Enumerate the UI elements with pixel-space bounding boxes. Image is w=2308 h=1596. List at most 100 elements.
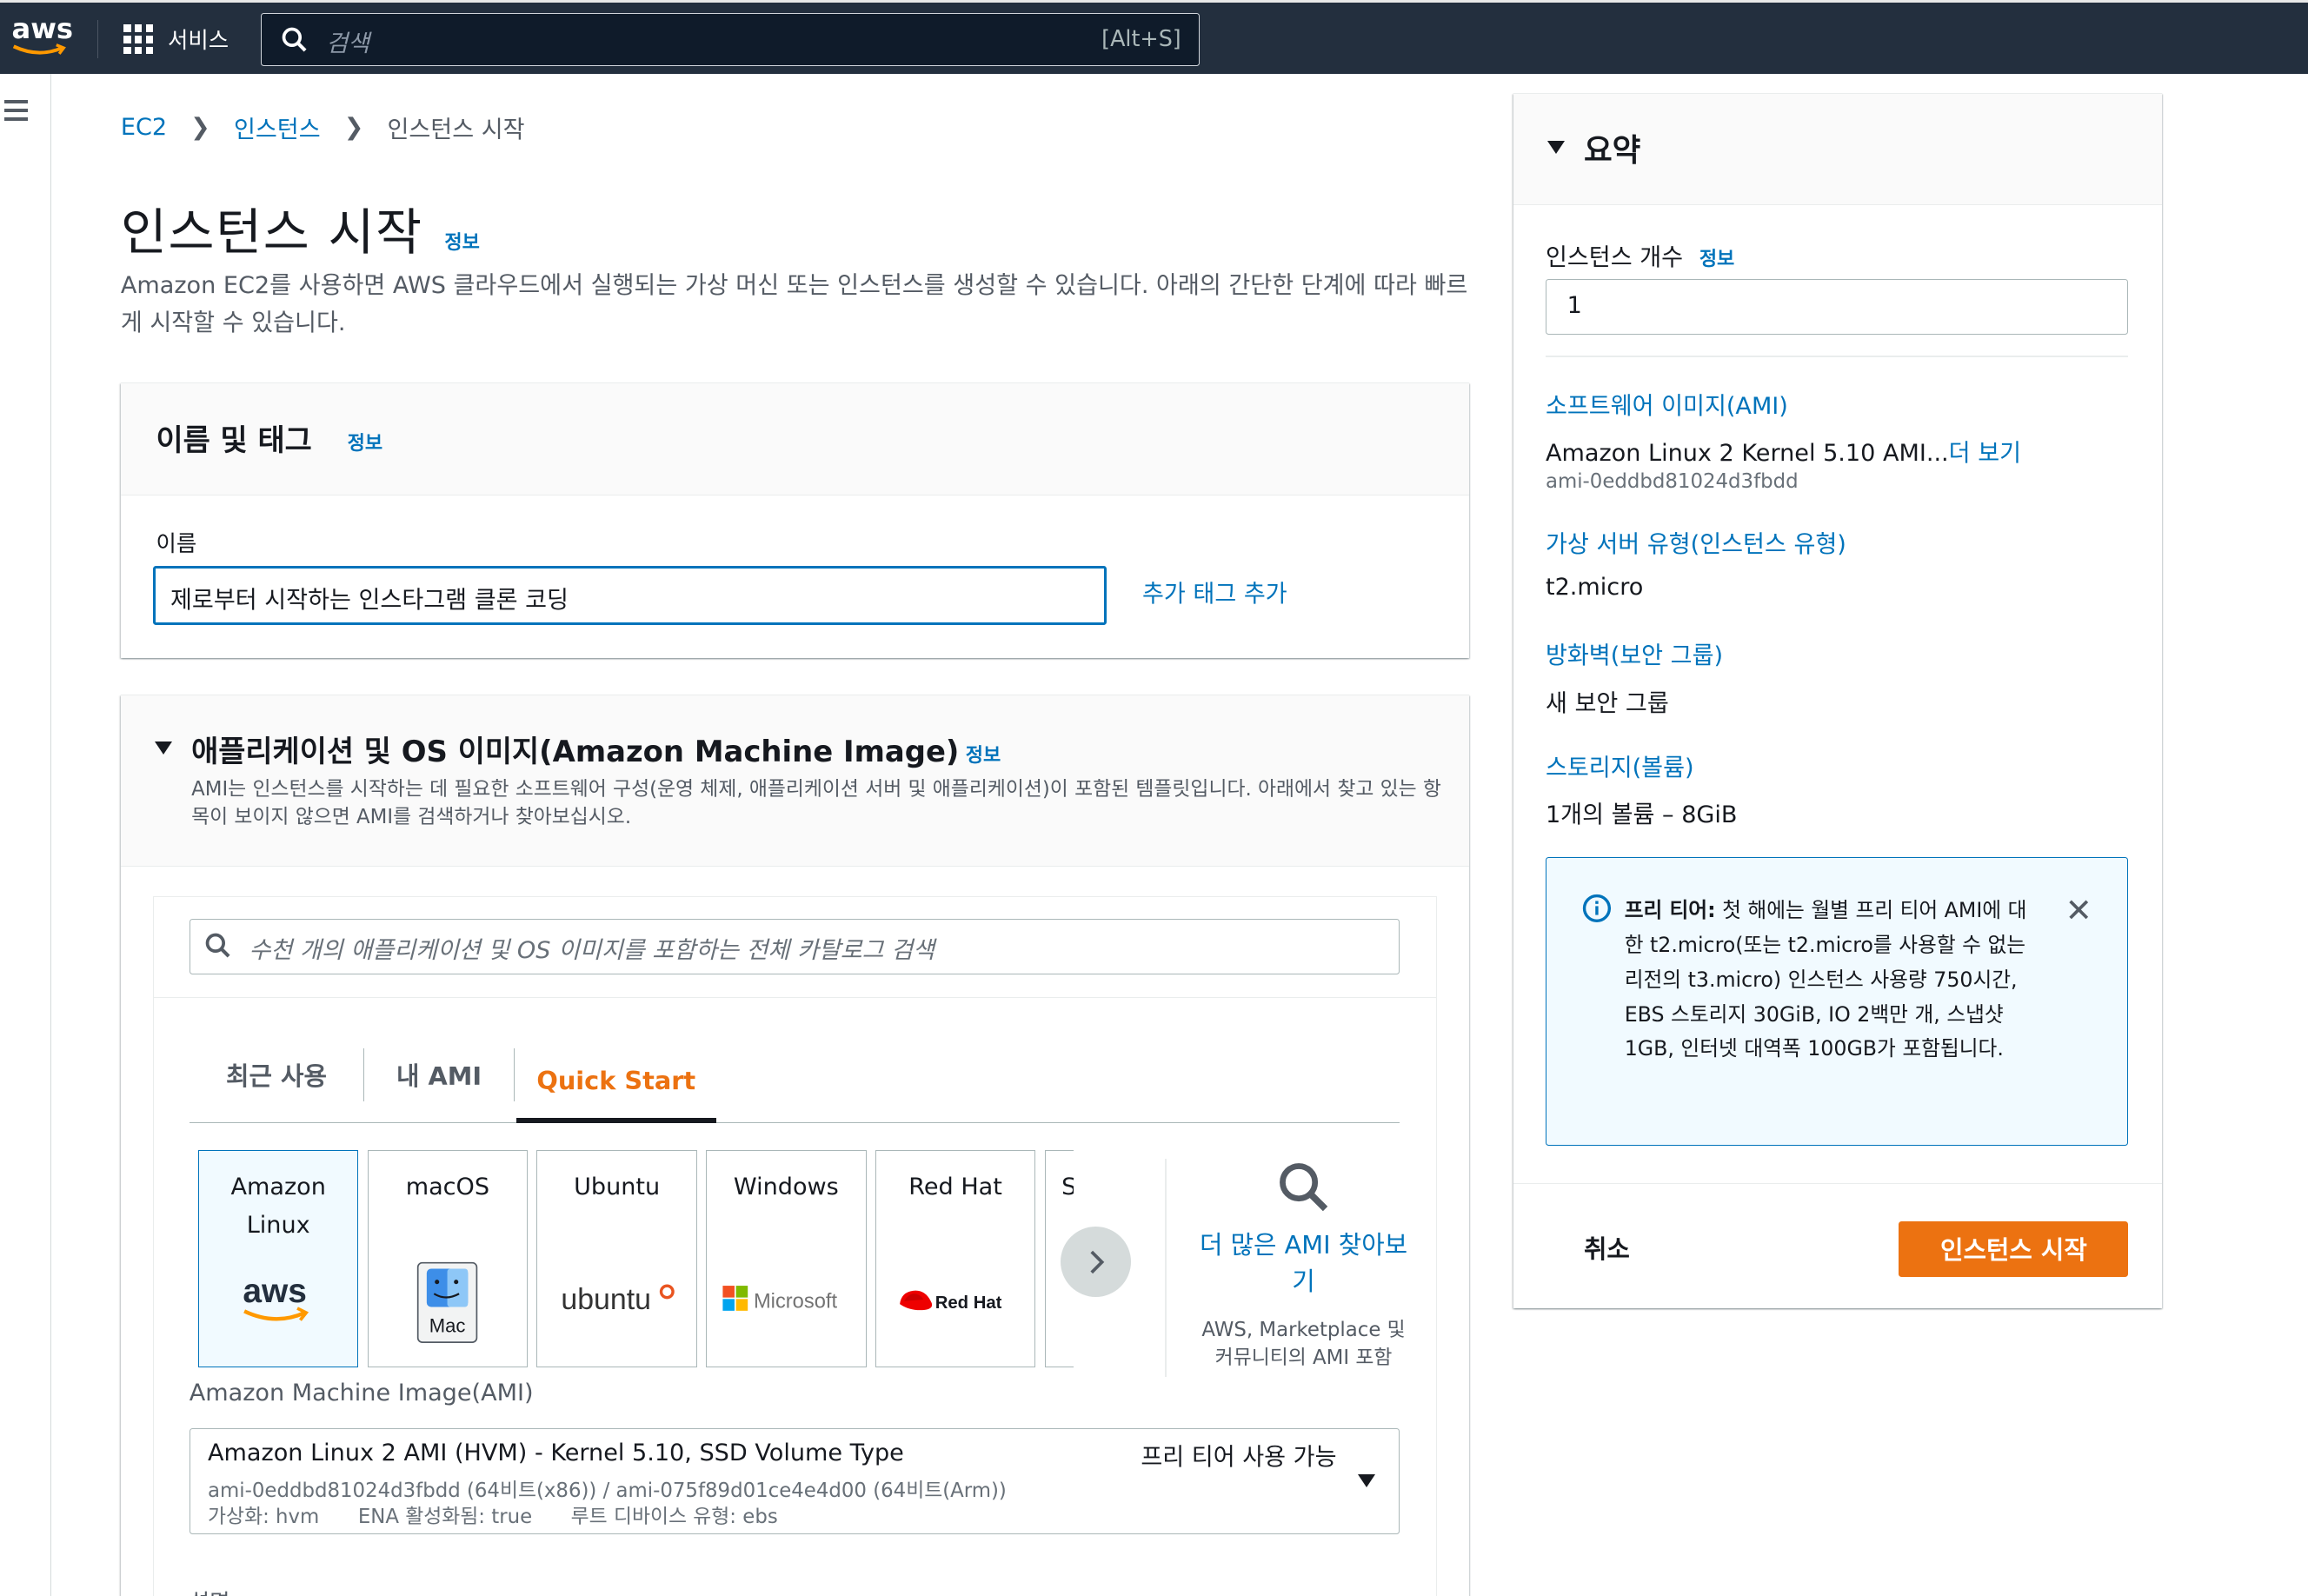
divider <box>1545 356 2129 357</box>
ami-panel: 애플리케이션 및 OS 이미지(Amazon Machine Image) 정보… <box>120 695 1469 1596</box>
summary-instance-type-link[interactable]: 가상 서버 유형(인스턴스 유형) <box>1546 525 1846 559</box>
name-tags-title: 이름 및 태그 <box>156 422 312 457</box>
name-tags-info-link[interactable]: 정보 <box>348 428 382 456</box>
tab-recent[interactable]: 최근 사용 <box>190 1047 365 1101</box>
breadcrumb: EC2 ❯ 인스턴스 ❯ 인스턴스 시작 <box>121 110 525 144</box>
summary-firewall-value: 새 보안 그룹 <box>1545 689 1669 717</box>
summary-instance-type-value: t2.micro <box>1545 573 1644 601</box>
ami-selected-details: 가상화: hvm ENA 활성화됨: true 루트 디바이스 유형: ebs <box>208 1500 810 1529</box>
ubuntu-logo-icon: ubuntu <box>537 1266 696 1333</box>
name-input[interactable]: 제로부터 시작하는 인스타그램 클론 코딩 <box>153 566 1107 625</box>
os-card-label: S <box>1046 1168 1074 1207</box>
svg-text:Mac: Mac <box>429 1314 466 1336</box>
active-tab-indicator <box>515 1117 716 1124</box>
search-icon <box>283 27 307 52</box>
nav-divider <box>96 20 99 59</box>
svg-text:Red Hat: Red Hat <box>935 1293 1001 1313</box>
breadcrumb-instances[interactable]: 인스턴스 <box>234 110 321 144</box>
close-icon[interactable]: ✕ <box>2065 891 2092 929</box>
instance-count-input[interactable]: 1 <box>1545 279 2129 336</box>
page-title: 인스턴스 시작 <box>120 203 423 263</box>
summary-ami-more-link[interactable]: 더 보기 <box>1949 440 2021 467</box>
mac-finder-icon: Mac <box>369 1260 528 1345</box>
chevron-right-icon <box>1090 1250 1105 1273</box>
free-tier-badge: 프리 티어 사용 가능 <box>1141 1443 1337 1471</box>
launch-instance-button[interactable]: 인스턴스 시작 <box>1899 1220 2129 1278</box>
ami-select-label: Amazon Machine Image(AMI) <box>189 1379 534 1406</box>
caret-down-icon[interactable] <box>154 741 172 755</box>
svg-text:aws: aws <box>243 1273 308 1310</box>
cancel-button[interactable]: 취소 <box>1584 1230 1630 1266</box>
search-icon <box>205 933 230 958</box>
divider <box>1165 1158 1167 1377</box>
summary-title: 요약 <box>1583 132 1641 169</box>
summary-ami-id: ami-0eddbd81024d3fbdd <box>1545 470 1799 494</box>
services-menu-button[interactable]: 서비스 <box>123 22 229 57</box>
tab-quick-start[interactable]: Quick Start <box>516 1038 716 1123</box>
os-card-redhat[interactable]: Red Hat Red Hat <box>875 1149 1036 1368</box>
summary-firewall-link[interactable]: 방화벽(보안 그룹) <box>1546 636 1723 670</box>
os-card-label: Ubuntu <box>574 1174 661 1201</box>
svg-text:Microsoft: Microsoft <box>754 1291 837 1313</box>
chevron-right-icon: ❯ <box>190 113 210 141</box>
aws-logo-icon: aws <box>199 1266 358 1333</box>
free-tier-alert: 프리 티어: 첫 해에는 월별 프리 티어 AMI에 대한 t2.micro(또… <box>1545 857 2129 1147</box>
instance-count-label: 인스턴스 개수 정보 <box>1545 243 1735 271</box>
services-label: 서비스 <box>168 27 229 54</box>
summary-storage-link[interactable]: 스토리지(볼륨) <box>1546 748 1694 782</box>
page-info-link[interactable]: 정보 <box>444 227 479 255</box>
ami-ena: ENA 활성화됨: true <box>357 1506 533 1529</box>
next-cards-button[interactable] <box>1061 1226 1132 1298</box>
browse-more-ami-link[interactable]: 더 많은 AMI 찾아보기 <box>1194 1227 1414 1300</box>
tab-my-ami[interactable]: 내 AMI <box>364 1047 515 1101</box>
os-card-label: Amazon Linux <box>230 1174 326 1240</box>
breadcrumb-ec2[interactable]: EC2 <box>121 114 167 141</box>
instance-count-info-link[interactable]: 정보 <box>1699 249 1734 270</box>
page-description: Amazon EC2를 사용하면 AWS 클라우드에서 실행되는 가상 머신 또… <box>120 272 1468 336</box>
os-card-ubuntu[interactable]: Ubuntu ubuntu <box>536 1149 697 1368</box>
microsoft-logo-icon: Microsoft <box>707 1266 866 1333</box>
search-icon <box>1280 1162 1328 1212</box>
add-tags-link[interactable]: 추가 태그 추가 <box>1142 575 1287 608</box>
free-tier-alert-text: 프리 티어: 첫 해에는 월별 프리 티어 AMI에 대한 t2.micro(또… <box>1624 898 2027 1061</box>
aws-logo[interactable]: aws <box>12 14 73 59</box>
global-search-input[interactable]: 검색 [Alt+S] <box>260 12 1201 66</box>
ami-selected-name: Amazon Linux 2 AMI (HVM) - Kernel 5.10, … <box>208 1439 904 1466</box>
ami-title: 애플리케이션 및 OS 이미지(Amazon Machine Image) <box>191 735 960 769</box>
description-label: 설명 <box>190 1586 230 1596</box>
svg-text:ubuntu: ubuntu <box>561 1284 651 1317</box>
ami-header: 애플리케이션 및 OS 이미지(Amazon Machine Image) 정보… <box>120 695 1469 867</box>
side-navigation-rail <box>0 73 52 1596</box>
aws-smile-icon <box>12 43 66 56</box>
caret-down-icon[interactable] <box>1546 140 1565 154</box>
summary-header: 요약 <box>1513 93 2163 206</box>
ami-tabs: 최근 사용 내 AMI Quick Start <box>189 1038 1400 1124</box>
ami-select[interactable]: Amazon Linux 2 AMI (HVM) - Kernel 5.10, … <box>189 1427 1400 1534</box>
name-label: 이름 <box>156 529 197 556</box>
summary-ami-value: Amazon Linux 2 Kernel 5.10 AMI...더 보기 <box>1545 439 2022 467</box>
ami-virtualization: 가상화: hvm <box>208 1506 320 1529</box>
summary-panel: 요약 인스턴스 개수 정보 1 소프트웨어 이미지(AMI) Amazon Li… <box>1513 92 2163 1309</box>
os-card-amazon-linux[interactable]: Amazon Linux aws <box>197 1149 359 1368</box>
catalog-search-placeholder: 수천 개의 애플리케이션 및 OS 이미지를 포함하는 전체 카탈로그 검색 <box>249 937 935 965</box>
catalog-search-input[interactable]: 수천 개의 애플리케이션 및 OS 이미지를 포함하는 전체 카탈로그 검색 <box>189 918 1400 975</box>
os-card-label: macOS <box>405 1174 490 1201</box>
search-shortcut: [Alt+S] <box>1101 25 1181 52</box>
top-navigation: aws 서비스 검색 [Alt+S] <box>0 0 2308 74</box>
ami-info-link[interactable]: 정보 <box>966 740 1001 768</box>
breadcrumb-current: 인스턴스 시작 <box>387 116 525 143</box>
info-circle-icon <box>1582 894 1611 923</box>
ami-selected-ids: ami-0eddbd81024d3fbdd (64비트(x86)) / ami-… <box>208 1479 1007 1502</box>
os-card-label: Red Hat <box>908 1174 1002 1201</box>
name-tags-panel: 이름 및 태그 정보 이름 제로부터 시작하는 인스타그램 클론 코딩 추가 태… <box>120 382 1469 658</box>
redhat-logo-icon: Red Hat <box>876 1266 1035 1333</box>
ami-description: AMI는 인스턴스를 시작하는 데 필요한 소프트웨어 구성(운영 체제, 애플… <box>191 777 1441 828</box>
search-placeholder: 검색 <box>326 30 370 57</box>
hamburger-menu-icon[interactable] <box>4 100 29 126</box>
divider <box>154 996 1436 999</box>
caret-down-icon <box>1357 1474 1375 1488</box>
summary-storage-value: 1개의 볼륨 – 8GiB <box>1545 801 1738 829</box>
summary-ami-link[interactable]: 소프트웨어 이미지(AMI) <box>1546 387 1788 421</box>
os-card-windows[interactable]: Windows Microsoft <box>706 1149 867 1368</box>
os-card-macos[interactable]: macOS Mac <box>367 1149 529 1368</box>
